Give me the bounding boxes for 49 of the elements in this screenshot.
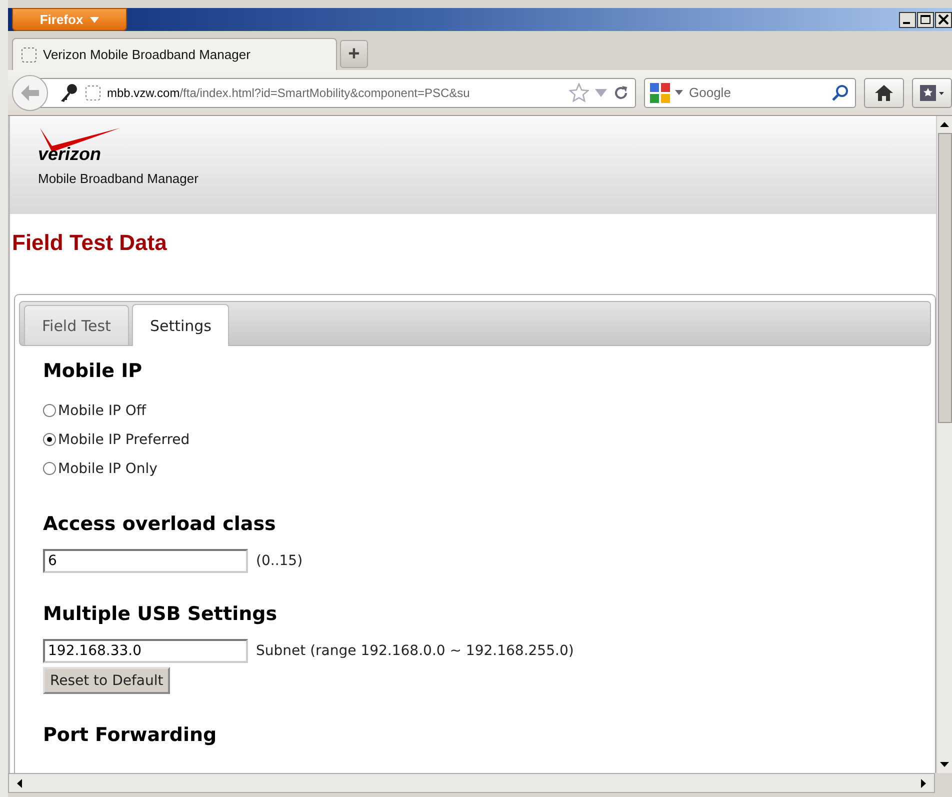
- horizontal-scrollbar[interactable]: [8, 773, 935, 793]
- section-heading: Multiple USB Settings: [43, 603, 278, 625]
- search-icon[interactable]: [831, 84, 849, 102]
- reload-icon[interactable]: [613, 84, 629, 100]
- page-title: Field Test Data: [12, 230, 168, 257]
- radio-button[interactable]: [43, 462, 56, 475]
- page-icon: [85, 84, 101, 100]
- close-icon[interactable]: [935, 12, 952, 28]
- bookmark-star-icon: [919, 84, 945, 102]
- logo-text: verizon: [38, 144, 102, 165]
- text-field[interactable]: 192.168.33.0: [43, 639, 248, 663]
- radio-label: Mobile IP Only: [58, 460, 158, 476]
- radio-button[interactable]: [43, 404, 56, 417]
- caret-icon: [90, 16, 100, 22]
- dropdown-icon[interactable]: [675, 90, 683, 95]
- address-bar[interactable]: mbb.vzw.com/fta/index.html?id=SmartMobility&component=PSC&su: [38, 78, 636, 108]
- key-icon: [59, 82, 79, 102]
- section-heading: Port Forwarding: [43, 724, 218, 746]
- section-heading: Mobile IP: [43, 360, 144, 382]
- search-bar[interactable]: Google: [644, 78, 856, 108]
- radio-label: Mobile IP Preferred: [58, 432, 190, 448]
- new-tab-button[interactable]: +: [340, 40, 368, 68]
- scroll-right-icon[interactable]: [921, 778, 926, 788]
- bookmarks-button[interactable]: [912, 78, 952, 108]
- home-icon: [874, 84, 894, 102]
- field-hint: Subnet (range 192.168.0.0 ~ 192.168.255.0): [256, 643, 574, 659]
- subtitle: Mobile Broadband Manager: [38, 171, 198, 186]
- scroll-up-icon[interactable]: [940, 122, 949, 127]
- url-text: mbb.vzw.com/fta/index.html?id=SmartMobility&component=PSC&su: [107, 86, 471, 100]
- back-arrow-icon: [20, 84, 40, 102]
- scroll-left-icon[interactable]: [17, 778, 22, 788]
- tab[interactable]: Field Test: [24, 305, 129, 345]
- scrollbar-thumb[interactable]: [938, 133, 952, 423]
- section-heading: Access overload class: [43, 513, 277, 535]
- page-icon: [21, 46, 37, 62]
- scroll-down-icon[interactable]: [940, 762, 949, 767]
- tab[interactable]: Settings: [132, 304, 230, 346]
- vertical-scrollbar[interactable]: [936, 116, 952, 773]
- star-icon[interactable]: [569, 82, 589, 102]
- minimize-icon[interactable]: [899, 12, 916, 28]
- radio-button[interactable]: [43, 433, 56, 446]
- browser-tab[interactable]: Verizon Mobile Broadband Manager: [12, 38, 337, 70]
- text-field[interactable]: 6: [43, 549, 248, 573]
- radio-label: Mobile IP Off: [58, 402, 146, 418]
- field-hint: (0..15): [256, 553, 303, 569]
- maximize-icon[interactable]: [917, 12, 934, 28]
- google-icon: [649, 82, 671, 104]
- home-button[interactable]: [864, 78, 904, 108]
- reset-button[interactable]: Reset to Default: [43, 667, 170, 694]
